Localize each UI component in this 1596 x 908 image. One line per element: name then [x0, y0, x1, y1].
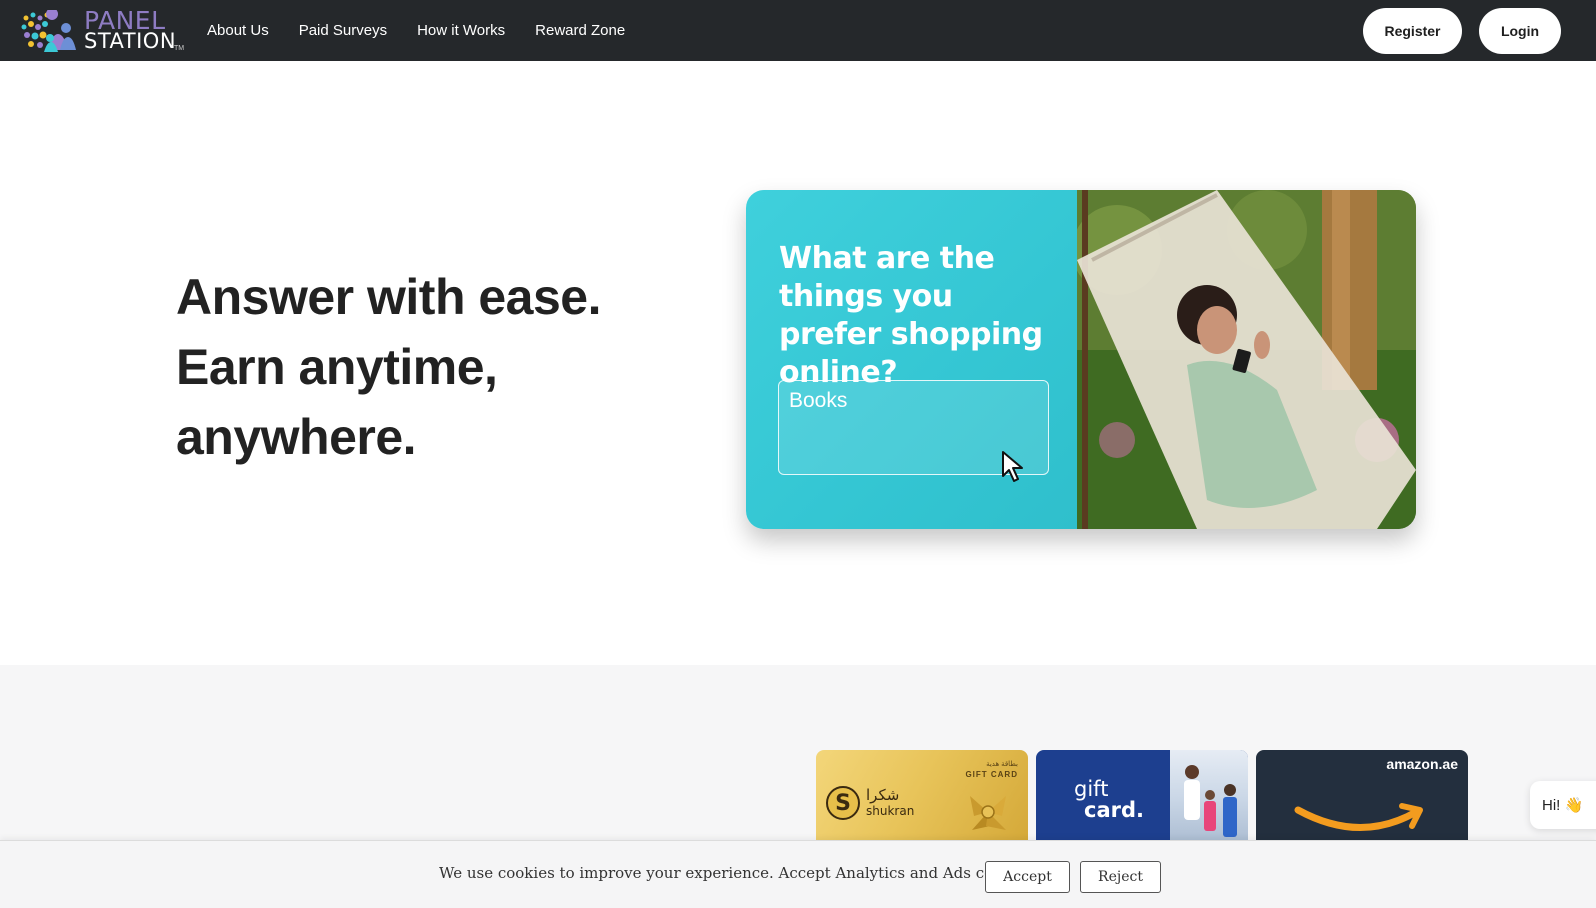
logo-trademark: TM — [174, 45, 185, 52]
login-button[interactable]: Login — [1479, 8, 1561, 54]
shukran-gift-card-label: GIFT CARD — [965, 770, 1018, 779]
amazon-brand-text: amazon.ae — [1386, 756, 1458, 772]
survey-question-panel: What are the things you prefer shopping … — [746, 190, 1077, 529]
shukran-badge-icon: S — [826, 786, 860, 820]
nav-reward-zone[interactable]: Reward Zone — [535, 22, 625, 39]
nav-about-us[interactable]: About Us — [207, 22, 269, 39]
centrepoint-card-text: card. — [1084, 798, 1144, 822]
logo-station-text: STATION — [84, 29, 177, 53]
main-nav: About Us Paid Surveys How it Works Rewar… — [207, 0, 625, 61]
amazon-smile-icon — [1294, 803, 1423, 831]
amazon-gift-card[interactable]: amazon.ae — [1256, 750, 1468, 850]
cookie-reject-button[interactable]: Reject — [1080, 861, 1161, 893]
logo-dots-icon — [21, 10, 76, 52]
centrepoint-gift-text: gift — [1074, 777, 1109, 801]
panel-station-logo[interactable]: PANEL STATION TM — [20, 8, 185, 54]
shukran-brand-ar: شكرا — [866, 786, 900, 804]
woman-in-hammock-photo — [1077, 190, 1416, 529]
top-navbar: PANEL STATION TM About Us Paid Surveys H… — [0, 0, 1596, 61]
shukran-brand-en: shukran — [866, 804, 915, 818]
nav-paid-surveys[interactable]: Paid Surveys — [299, 22, 387, 39]
cookie-accept-button[interactable]: Accept — [985, 861, 1070, 893]
chat-widget-bubble[interactable]: Hi! 👋 — [1530, 781, 1596, 829]
hammock-scene-illustration — [1077, 190, 1416, 529]
family-shopping-photo — [1170, 750, 1248, 850]
hero-survey-card: What are the things you prefer shopping … — [746, 190, 1416, 529]
centrepoint-gift-card[interactable]: gift card. — [1036, 750, 1248, 850]
hero-heading: Answer with ease. Earn anytime, anywhere… — [176, 262, 696, 472]
shukran-gift-card[interactable]: بطاقة هدية GIFT CARD S شكرا shukran — [816, 750, 1028, 850]
shukran-gift-card-ar-label: بطاقة هدية — [986, 761, 1018, 768]
hero-heading-line-2: Earn anytime, — [176, 339, 498, 395]
survey-question: What are the things you prefer shopping … — [779, 241, 1043, 390]
hero-heading-line-1: Answer with ease. — [176, 269, 602, 325]
centrepoint-brand-panel: gift card. — [1036, 750, 1170, 850]
register-button[interactable]: Register — [1363, 8, 1462, 54]
family-shopping-illustration — [1184, 765, 1237, 837]
cookie-consent-bar: We use cookies to improve your experienc… — [0, 840, 1596, 908]
gift-bow-icon — [970, 796, 1006, 830]
mouse-pointer-icon — [1002, 451, 1023, 482]
logo-wordmark: PANEL STATION — [84, 8, 176, 52]
cookie-message: We use cookies to improve your experienc… — [439, 864, 1041, 882]
hero-heading-line-3: anywhere. — [176, 409, 417, 465]
nav-how-it-works[interactable]: How it Works — [417, 22, 505, 39]
